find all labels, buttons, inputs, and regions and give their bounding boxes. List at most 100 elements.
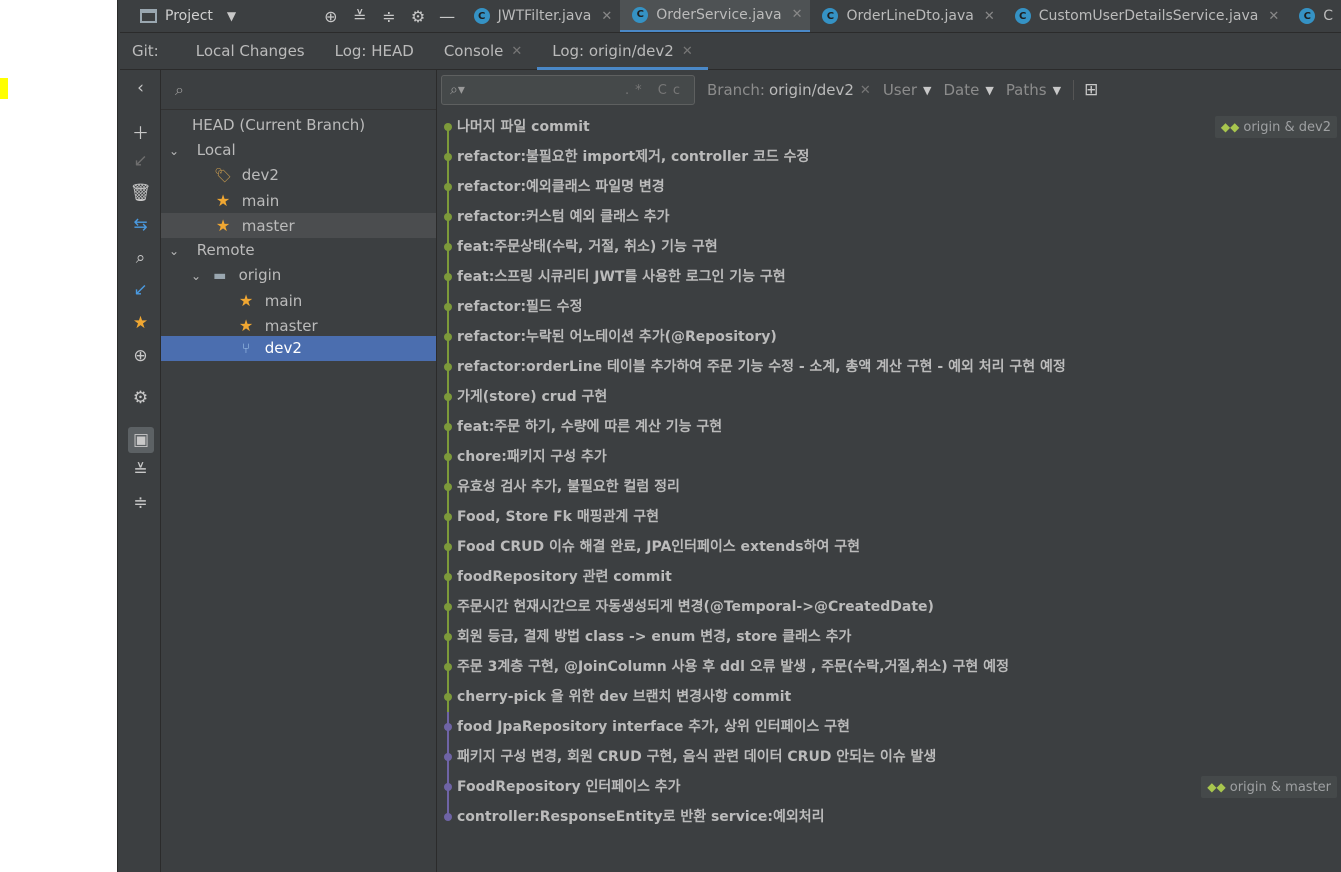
- commit-node-dot: [444, 813, 452, 821]
- commit-row[interactable]: 유효성 검사 추가, 불필요한 컬럼 정리: [437, 472, 1341, 502]
- update-arrow-icon[interactable]: ↙: [120, 151, 161, 171]
- fetch-arrow-icon[interactable]: ↙: [120, 280, 161, 300]
- editor-tab-orderlinedto[interactable]: C OrderLineDto.java ✕: [810, 0, 1002, 32]
- commit-message: refactor:orderLine 테이블 추가하여 주문 기능 수정 - 소…: [457, 359, 1066, 375]
- tag-icon: ◆◆: [1220, 120, 1240, 134]
- trash-icon[interactable]: 🗑: [120, 183, 161, 203]
- tree-node-head[interactable]: HEAD (Current Branch): [161, 113, 436, 138]
- commit-row[interactable]: 주문시간 현재시간으로 자동생성되게 변경(@Temporal->@Create…: [437, 592, 1341, 622]
- commit-row[interactable]: Food, Store Fk 매핑관계 구현: [437, 502, 1341, 532]
- tree-node-origin[interactable]: ⌄ ▬ origin: [161, 263, 436, 288]
- collapse-all-icon[interactable]: ≑: [374, 7, 403, 26]
- tree-node-origin-dev2[interactable]: ⑂ dev2: [161, 336, 436, 361]
- log-search-input[interactable]: ⌕▾ .* Cc: [441, 75, 695, 105]
- commit-row[interactable]: Food CRUD 이슈 해결 완료, JPA인터페이스 extends하여 구…: [437, 532, 1341, 562]
- editor-tab-label: OrderLineDto.java: [846, 8, 974, 24]
- close-icon[interactable]: ✕: [601, 9, 612, 24]
- navigate-target-icon[interactable]: ⊕: [120, 346, 161, 366]
- editor-tab-customuserdetailsservice[interactable]: C CustomUserDetailsService.java ✕: [1003, 0, 1288, 32]
- minimize-icon[interactable]: —: [433, 7, 462, 26]
- commit-row[interactable]: chore:패키지 구성 추가: [437, 442, 1341, 472]
- gear-icon[interactable]: ⚙: [403, 7, 432, 26]
- commit-row[interactable]: FoodRepository 인터페이스 추가 ◆◆ origin & master: [437, 772, 1341, 802]
- close-icon[interactable]: ✕: [511, 44, 522, 59]
- regex-toggle[interactable]: .*: [625, 83, 648, 98]
- collapse-all-icon[interactable]: ≑: [120, 493, 161, 513]
- commit-message: FoodRepository 인터페이스 추가: [457, 779, 681, 795]
- commit-row[interactable]: feat:주문상태(수락, 거절, 취소) 기능 구현: [437, 232, 1341, 262]
- paths-filter[interactable]: Paths ▼: [1006, 81, 1061, 99]
- tree-node-label: dev2: [264, 339, 302, 357]
- branch-filter-label: Branch:: [707, 81, 765, 99]
- commit-row[interactable]: 주문 3계층 구현, @JoinColumn 사용 후 ddl 오류 발생 , …: [437, 652, 1341, 682]
- hide-panel-arrow-icon[interactable]: ‹: [120, 78, 161, 98]
- commit-node-dot: [444, 693, 452, 701]
- close-icon[interactable]: ✕: [1268, 9, 1279, 24]
- favorite-star-icon: ★: [238, 316, 254, 335]
- tab-log-origin-dev2[interactable]: Log: origin/dev2 ✕: [537, 33, 708, 70]
- commit-message: Food, Store Fk 매핑관계 구현: [457, 509, 660, 525]
- close-icon[interactable]: ✕: [984, 9, 995, 24]
- branch-search-box[interactable]: ⌕: [161, 70, 436, 110]
- editor-tab-label: CustomUserDetailsService.java: [1038, 8, 1259, 24]
- branch-filter[interactable]: Branch: origin/dev2 ✕: [707, 81, 871, 99]
- commit-row[interactable]: refactor:커스텀 예외 클래스 추가: [437, 202, 1341, 232]
- expand-all-icon[interactable]: ≚: [345, 7, 374, 26]
- search-icon[interactable]: ⌕: [120, 248, 161, 268]
- tree-node-local-main[interactable]: ★ main: [161, 188, 436, 213]
- project-selector[interactable]: Project ▼: [120, 0, 316, 32]
- commit-message: feat:스프링 시큐리티 JWT를 사용한 로그인 기능 구현: [457, 269, 786, 285]
- tree-node-origin-main[interactable]: ★ main: [161, 288, 436, 313]
- group-by-folder-icon[interactable]: ▣: [128, 427, 154, 453]
- expand-all-icon[interactable]: ≚: [120, 461, 161, 481]
- tree-node-label: master: [264, 317, 318, 335]
- editor-tab-overflow[interactable]: C C: [1287, 0, 1341, 32]
- date-filter[interactable]: Date ▼: [943, 81, 993, 99]
- gear-icon[interactable]: ⚙: [120, 388, 161, 408]
- tab-log-head[interactable]: Log: HEAD: [320, 33, 429, 70]
- commit-row[interactable]: 가게(store) crud 구현: [437, 382, 1341, 412]
- close-icon[interactable]: ✕: [682, 44, 693, 59]
- tree-node-origin-master[interactable]: ★ master: [161, 313, 436, 338]
- git-log-panel: ⌕▾ .* Cc Branch: origin/dev2 ✕ User ▼ Da…: [437, 70, 1341, 872]
- tab-local-changes[interactable]: Local Changes: [181, 33, 320, 70]
- commit-row[interactable]: refactor:필드 수정: [437, 292, 1341, 322]
- open-new-tab-icon[interactable]: ⊞: [1084, 80, 1098, 100]
- commit-row[interactable]: feat:스프링 시큐리티 JWT를 사용한 로그인 기능 구현: [437, 262, 1341, 292]
- locate-target-icon[interactable]: ⊕: [316, 7, 345, 26]
- commit-node-dot: [444, 573, 452, 581]
- tree-node-local[interactable]: ⌄ Local: [161, 138, 436, 163]
- chevron-down-icon[interactable]: ⌄: [191, 264, 205, 289]
- tree-node-remote[interactable]: ⌄ Remote: [161, 238, 436, 263]
- match-case-toggle[interactable]: Cc: [658, 83, 686, 98]
- favorite-star-icon[interactable]: ★: [120, 313, 161, 333]
- commit-row[interactable]: 패키지 구성 변경, 회원 CRUD 구현, 음식 관련 데이터 CRUD 안되…: [437, 742, 1341, 772]
- commit-row[interactable]: food JpaRepository interface 추가, 상위 인터페이…: [437, 712, 1341, 742]
- tab-console[interactable]: Console ✕: [429, 33, 537, 70]
- commit-row[interactable]: foodRepository 관련 commit: [437, 562, 1341, 592]
- commit-row[interactable]: cherry-pick 을 위한 dev 브랜치 변경사항 commit: [437, 682, 1341, 712]
- commit-row[interactable]: 회원 등급, 결제 방법 class -> enum 변경, store 클래스…: [437, 622, 1341, 652]
- commit-row[interactable]: refactor:orderLine 테이블 추가하여 주문 기능 수정 - 소…: [437, 352, 1341, 382]
- commit-row[interactable]: refactor:불필요한 import제거, controller 코드 수정: [437, 142, 1341, 172]
- commit-row[interactable]: refactor:누락된 어노테이션 추가(@Repository): [437, 322, 1341, 352]
- close-icon[interactable]: ✕: [792, 7, 803, 22]
- chevron-down-icon[interactable]: ⌄: [169, 239, 183, 264]
- editor-tab-orderservice[interactable]: C OrderService.java ✕: [620, 0, 811, 32]
- commit-row[interactable]: controller:ResponseEntity로 반환 service:예외…: [437, 802, 1341, 832]
- commit-message: 회원 등급, 결제 방법 class -> enum 변경, store 클래스…: [457, 629, 852, 645]
- commit-node-dot: [444, 483, 452, 491]
- compare-branches-icon[interactable]: ⇆: [120, 215, 161, 235]
- commit-node-dot: [444, 243, 452, 251]
- commit-row[interactable]: 나머지 파일 commit ◆◆ origin & dev2: [437, 112, 1341, 142]
- commit-row[interactable]: refactor:예외클래스 파일명 변경: [437, 172, 1341, 202]
- commit-node-dot: [444, 333, 452, 341]
- tree-node-local-dev2[interactable]: 🏷 dev2: [161, 163, 436, 188]
- new-branch-plus-icon[interactable]: ＋: [120, 119, 161, 144]
- close-icon[interactable]: ✕: [860, 83, 871, 98]
- commit-row[interactable]: feat:주문 하기, 수량에 따른 계산 기능 구현: [437, 412, 1341, 442]
- tree-node-local-master[interactable]: ★ master: [161, 213, 436, 238]
- chevron-down-icon[interactable]: ⌄: [169, 139, 183, 164]
- editor-tab-jwtfilter[interactable]: C JWTFilter.java ✕: [462, 0, 621, 32]
- user-filter[interactable]: User ▼: [883, 81, 932, 99]
